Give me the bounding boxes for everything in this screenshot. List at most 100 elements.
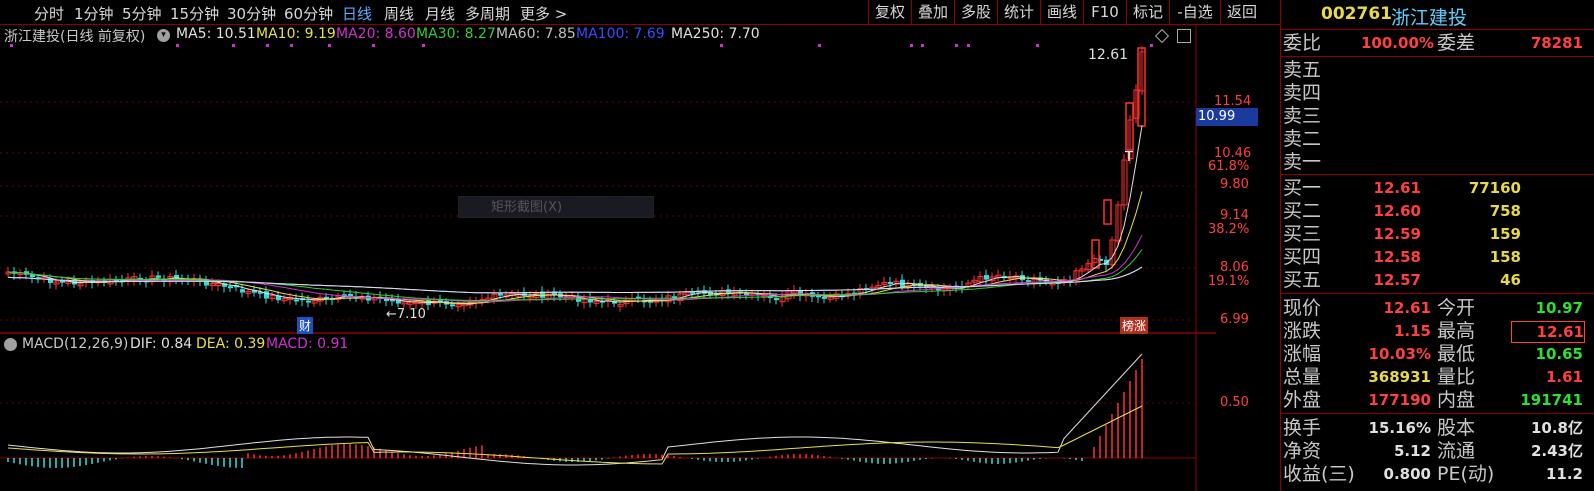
buy-level-volume: 46 bbox=[1500, 271, 1521, 289]
buy-level-volume: 77160 bbox=[1468, 179, 1521, 197]
stat-label: 换手 bbox=[1283, 417, 1322, 439]
quote-label: 今开 bbox=[1437, 297, 1476, 319]
stat-value: 0.800 bbox=[1383, 465, 1431, 483]
weicha-value: 78281 bbox=[1530, 34, 1583, 52]
quote-row: 涨跌 1.15 最高 12.61 bbox=[1281, 319, 1594, 343]
buy-level-label: 买五 bbox=[1283, 269, 1322, 291]
tab-more[interactable]: 更多 > bbox=[520, 3, 567, 24]
buy-level-price: 12.61 bbox=[1373, 179, 1421, 197]
macd-axis-tick: 0.50 bbox=[1220, 395, 1249, 410]
tab-weekly[interactable]: 周线 bbox=[384, 3, 414, 24]
weibi-value: 100.00% bbox=[1361, 34, 1434, 52]
tab-60min[interactable]: 60分钟 bbox=[284, 3, 333, 24]
buy-level-label: 买二 bbox=[1283, 200, 1322, 222]
stat-value: 15.16% bbox=[1368, 419, 1431, 437]
quote-label: 涨跌 bbox=[1283, 320, 1322, 342]
tab-fenshi[interactable]: 分时 bbox=[34, 3, 64, 24]
duogu-button[interactable]: 多股 bbox=[954, 0, 997, 24]
sell-level-label: 卖四 bbox=[1283, 82, 1322, 104]
pct-tick: 61.8% bbox=[1208, 159, 1250, 174]
price-tick: 6.99 bbox=[1220, 312, 1249, 327]
buy-level-price: 12.57 bbox=[1373, 271, 1421, 289]
buy-level-row[interactable]: 买二 12.60 758 bbox=[1281, 199, 1594, 223]
stat-label: PE(动) bbox=[1437, 463, 1495, 485]
price-tick: 11.54 bbox=[1214, 94, 1252, 109]
stock-code: 002761 bbox=[1321, 4, 1392, 24]
tab-multi-period[interactable]: 多周期 bbox=[465, 3, 510, 24]
buy-level-volume: 158 bbox=[1489, 248, 1521, 266]
t-marker: T bbox=[1125, 150, 1133, 165]
tab-30min[interactable]: 30分钟 bbox=[227, 3, 276, 24]
buy-level-row[interactable]: 买一 12.61 77160 bbox=[1281, 176, 1594, 200]
sell-level-label: 卖二 bbox=[1283, 128, 1322, 150]
tab-1min[interactable]: 1分钟 bbox=[74, 3, 114, 24]
quote-value: 368931 bbox=[1368, 368, 1431, 386]
quote-label: 总量 bbox=[1283, 366, 1322, 388]
stat-value: 2.43亿 bbox=[1530, 442, 1583, 460]
quote-value: 10.03% bbox=[1368, 345, 1431, 363]
stock-name: 浙江建投 bbox=[1391, 7, 1468, 29]
buy-level-label: 买一 bbox=[1283, 177, 1322, 199]
buy-level-label: 买四 bbox=[1283, 246, 1322, 268]
quote-value: 191741 bbox=[1520, 391, 1583, 409]
quote-value: 177190 bbox=[1368, 391, 1431, 409]
quote-value: 10.65 bbox=[1535, 345, 1583, 363]
sell-level-row[interactable]: 卖一 bbox=[1281, 150, 1594, 174]
buy-level-volume: 758 bbox=[1489, 202, 1521, 220]
tongji-button[interactable]: 统计 bbox=[997, 0, 1040, 24]
buy-level-volume: 159 bbox=[1489, 225, 1521, 243]
kline-chart[interactable] bbox=[0, 25, 1216, 491]
buy-level-row[interactable]: 买四 12.58 158 bbox=[1281, 245, 1594, 269]
pct-tick: 38.2% bbox=[1208, 222, 1250, 237]
tab-5min[interactable]: 5分钟 bbox=[122, 3, 162, 24]
tab-15min[interactable]: 15分钟 bbox=[170, 3, 219, 24]
quote-value: 12.61 bbox=[1511, 321, 1585, 343]
quote-row: 总量 368931 量比 1.61 bbox=[1281, 365, 1594, 389]
quote-label: 最低 bbox=[1437, 343, 1476, 365]
quote-panel: 002761 浙江建投 委比 100.00% 委差 78281 卖五 卖四 卖三 卖二… bbox=[1280, 0, 1594, 491]
huaxian-button[interactable]: 画线 bbox=[1040, 0, 1083, 24]
sell-level-row[interactable]: 卖三 bbox=[1281, 104, 1594, 128]
stat-label: 流通 bbox=[1437, 440, 1476, 462]
buy-level-row[interactable]: 买五 12.57 46 bbox=[1281, 268, 1594, 292]
stat-row: 收益(三) 0.800 PE(动) 11.2 bbox=[1281, 462, 1594, 486]
stat-row: 换手 15.16% 股本 10.8亿 bbox=[1281, 416, 1594, 440]
back-button[interactable]: 返回 bbox=[1220, 0, 1263, 24]
stat-value: 11.2 bbox=[1545, 465, 1583, 483]
diejia-button[interactable]: 叠加 bbox=[911, 0, 954, 24]
buy-level-label: 买三 bbox=[1283, 223, 1322, 245]
quote-label: 涨幅 bbox=[1283, 343, 1322, 365]
buy-level-price: 12.59 bbox=[1373, 225, 1421, 243]
sell-level-row[interactable]: 卖五 bbox=[1281, 58, 1594, 82]
zixuan-button[interactable]: -自选 bbox=[1169, 0, 1220, 24]
fuquan-button[interactable]: 复权 bbox=[868, 0, 911, 24]
sell-level-row[interactable]: 卖二 bbox=[1281, 127, 1594, 151]
f10-button[interactable]: F10 bbox=[1083, 0, 1126, 24]
quote-value: 10.97 bbox=[1535, 299, 1583, 317]
finance-badge[interactable]: 财 bbox=[297, 317, 314, 334]
context-menu-screenshot[interactable]: 矩形截图(X) bbox=[458, 196, 654, 218]
quote-label: 现价 bbox=[1283, 297, 1322, 319]
weibi-label: 委比 bbox=[1283, 32, 1322, 54]
buy-level-row[interactable]: 买三 12.59 159 bbox=[1281, 222, 1594, 246]
stat-label: 股本 bbox=[1437, 417, 1476, 439]
sell-level-label: 卖五 bbox=[1283, 59, 1322, 81]
period-toolbar: 分时 1分钟 5分钟 15分钟 30分钟 60分钟 日线 周线 月线 多周期 更… bbox=[0, 0, 1280, 25]
quote-label: 最高 bbox=[1437, 320, 1476, 342]
stat-label: 收益(三) bbox=[1283, 463, 1355, 485]
quote-label: 量比 bbox=[1437, 366, 1476, 388]
quote-row: 涨幅 10.03% 最低 10.65 bbox=[1281, 342, 1594, 366]
price-tick: 8.06 bbox=[1220, 260, 1249, 275]
price-tick: 9.14 bbox=[1220, 208, 1249, 223]
quote-value: 12.61 bbox=[1383, 299, 1431, 317]
tab-daily[interactable]: 日线 bbox=[342, 3, 372, 24]
ranking-badge[interactable]: 榜涨 bbox=[1120, 317, 1149, 334]
crosshair-price: 10.99 bbox=[1196, 108, 1258, 126]
biaoji-button[interactable]: 标记 bbox=[1126, 0, 1169, 24]
weibi-row: 委比 100.00% 委差 78281 bbox=[1281, 31, 1594, 55]
tab-monthly[interactable]: 月线 bbox=[425, 3, 455, 24]
stat-value: 10.8亿 bbox=[1530, 419, 1583, 437]
stat-value: 5.12 bbox=[1393, 442, 1431, 460]
stat-label: 净资 bbox=[1283, 440, 1322, 462]
sell-level-row[interactable]: 卖四 bbox=[1281, 81, 1594, 105]
